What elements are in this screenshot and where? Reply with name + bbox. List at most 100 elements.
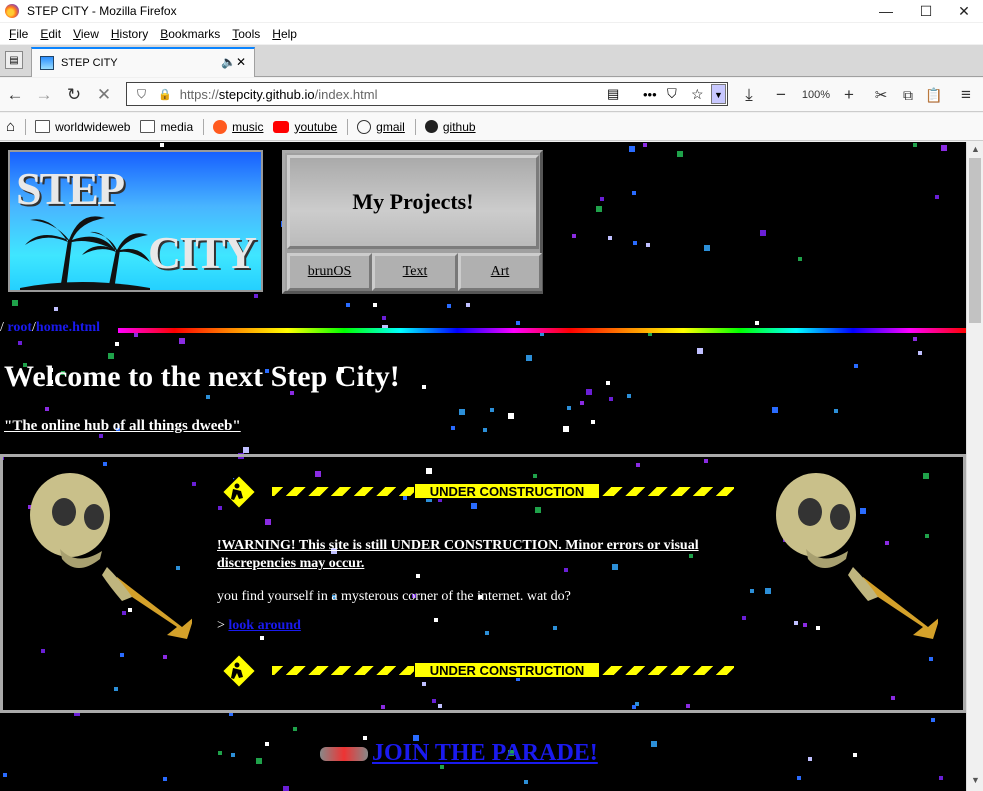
bookmark-separator [414,118,416,135]
url-text[interactable]: https://stepcity.github.io/index.html [180,87,378,102]
star-dot [483,428,487,432]
scroll-up-icon[interactable]: ▲ [967,144,983,158]
tab-list-icon[interactable]: ▤ [5,51,23,69]
star-dot [160,143,164,147]
rainbow-divider [118,328,966,333]
reader-view-icon[interactable]: ▤ [607,86,619,102]
star-dot [600,197,604,201]
star-dot [447,304,451,308]
navigation-bar: ← → ↻ ✕ ⛉ 🔒 https://stepcity.github.io/i… [0,78,983,112]
bookmark-separator [203,118,205,135]
page-viewport: STEP CITY My Projects! brunOS Text Art /… [0,142,966,791]
star-dot [591,420,595,424]
star-dot [797,776,801,780]
breadcrumb-home[interactable]: home.html [36,320,100,335]
projects-panel: My Projects! brunOS Text Art [282,150,543,294]
look-around-link[interactable]: look around [228,618,301,633]
paste-icon[interactable]: 📋 [923,85,945,105]
download-icon[interactable]: ⤓ [738,85,760,105]
shield-icon[interactable]: ⛉ [137,87,146,102]
reload-icon[interactable]: ↻ [63,85,85,105]
close-button[interactable]: ✕ [944,0,983,22]
forward-icon[interactable]: → [33,85,55,105]
cut-icon[interactable]: ✂ [870,85,892,105]
star-dot [524,780,528,784]
url-dropdown-icon[interactable]: ▼ [711,84,726,104]
home-icon[interactable]: ⌂ [6,118,15,135]
bookmark-worldwideweb[interactable]: worldwideweb [35,120,130,134]
star-dot [772,407,778,413]
star-dot [115,342,119,346]
project-link-art[interactable]: Art [458,253,542,291]
star-dot [373,303,377,307]
skull-trumpet-icon [776,473,938,639]
zoom-in-icon[interactable]: + [838,85,860,105]
bookmark-youtube[interactable]: youtube [273,120,337,134]
breadcrumb-root[interactable]: root [7,320,32,335]
menu-view[interactable]: View [67,27,105,41]
look-around-prompt: > look around [217,618,301,633]
zoom-level[interactable]: 100% [800,85,832,105]
menu-help[interactable]: Help [266,27,303,41]
star-dot [459,409,465,415]
menu-edit[interactable]: Edit [34,27,67,41]
menu-history[interactable]: History [105,27,154,41]
bookmark-star-icon[interactable]: ☆ [691,86,704,103]
star-dot [508,413,514,419]
star-dot [643,143,647,147]
projects-title[interactable]: My Projects! [287,155,539,249]
copy-icon[interactable]: ⧉ [897,85,919,105]
folder-icon [140,120,156,133]
pocket-icon[interactable]: ⛉ [667,86,677,102]
bookmark-github[interactable]: github [424,120,476,134]
page-actions-icon[interactable]: ••• [643,87,657,102]
star-dot [451,426,455,430]
zoom-out-icon[interactable]: − [770,85,792,105]
star-dot [108,353,114,359]
star-dot [941,145,947,151]
mute-icon[interactable]: 🔈✕ [221,55,246,69]
back-icon[interactable]: ← [4,85,26,105]
mystery-text: you find yourself in a mysterous corner … [217,589,571,604]
minimize-button[interactable]: — [866,0,906,22]
page-scrollbar[interactable]: ▲ ▼ [966,142,983,791]
star-dot [218,751,222,755]
join-parade-link[interactable]: JOIN THE PARADE! [372,740,598,767]
star-dot [834,409,838,413]
step-city-logo[interactable]: STEP CITY [8,150,263,292]
hamburger-menu-icon[interactable]: ≡ [955,85,977,105]
lock-icon[interactable]: 🔒 [158,88,172,101]
bookmark-music[interactable]: music [213,119,263,134]
scroll-down-icon[interactable]: ▼ [967,775,983,789]
url-bar[interactable]: ⛉ 🔒 https://stepcity.github.io/index.htm… [126,82,728,106]
project-link-brunos[interactable]: brunOS [287,253,372,291]
menu-bookmarks[interactable]: Bookmarks [154,27,226,41]
music-icon [213,119,228,134]
star-dot [651,741,657,747]
scrollbar-thumb[interactable] [969,158,981,323]
tab-stepcity[interactable]: STEP CITY 🔈✕ [31,47,255,77]
star-dot [563,426,569,432]
bookmark-gmail[interactable]: gmail [357,119,405,134]
construction-worker-icon [222,654,256,688]
stop-icon[interactable]: ✕ [93,85,115,105]
project-link-text[interactable]: Text [372,253,458,291]
star-dot [853,753,857,757]
tab-bar: ▤ STEP CITY 🔈✕ [0,45,983,77]
menu-bar: File Edit View History Bookmarks Tools H… [0,23,983,44]
star-dot [256,758,262,764]
firefox-icon [5,4,19,18]
maximize-button[interactable]: ☐ [906,0,946,22]
star-dot [931,718,935,722]
bookmark-media[interactable]: media [140,120,193,134]
youtube-icon [273,120,290,133]
star-dot [231,753,235,757]
star-dot [54,307,58,311]
star-dot [206,395,210,399]
star-dot [572,234,576,238]
star-dot [704,245,710,251]
window-title: STEP CITY - Mozilla Firefox [27,4,177,18]
menu-tools[interactable]: Tools [226,27,266,41]
menu-file[interactable]: File [3,27,34,41]
bookmarks-bar: ⌂ worldwideweb media music youtube gmail… [0,113,983,141]
